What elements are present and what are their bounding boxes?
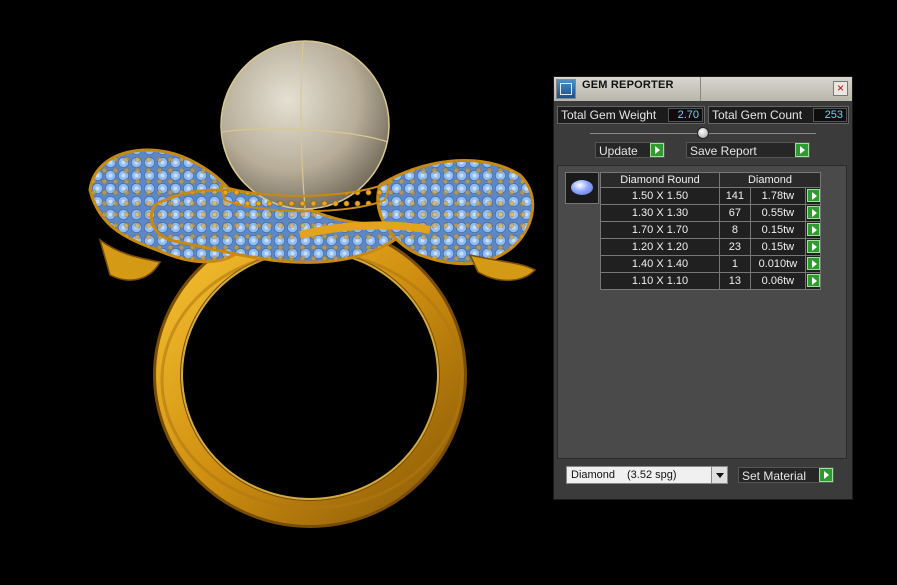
pearl [220,40,390,210]
column-header-material: Diamond [719,172,821,188]
stone-weight: 0.15tw [749,238,807,256]
row-select-button[interactable] [805,204,821,222]
set-material-button[interactable]: Set Material [738,467,834,483]
material-specific-gravity: (3.52 spg) [627,469,677,481]
table-row[interactable]: 1.30 X 1.30 67 0.55tw [600,204,821,222]
stone-size: 1.50 X 1.50 [600,187,720,205]
play-arrow-icon [806,240,820,253]
stone-size: 1.70 X 1.70 [600,221,720,239]
stone-count: 8 [719,221,751,239]
play-arrow-icon [795,143,809,157]
play-arrow-icon [806,189,820,202]
stone-weight: 0.010tw [749,255,807,273]
gem-thumbnail-icon[interactable] [565,172,599,204]
gem-reporter-panel: GEM REPORTER × Total Gem Weight 2.70 Tot… [553,76,853,500]
gem-reporter-icon [556,79,576,99]
save-report-button-label: Save Report [690,144,757,158]
row-select-button[interactable] [805,187,821,205]
splitter-handle[interactable] [697,127,709,139]
table-row[interactable]: 1.50 X 1.50 141 1.78tw [600,187,821,205]
stone-count: 1 [719,255,751,273]
play-arrow-icon [819,468,833,482]
stone-size: 1.10 X 1.10 [600,272,720,290]
table-row[interactable]: 1.40 X 1.40 1 0.010tw [600,255,821,273]
play-arrow-icon [806,223,820,236]
stone-weight: 0.55tw [749,204,807,222]
ring-model[interactable] [88,40,537,528]
update-button[interactable]: Update [595,142,665,158]
material-name: Diamond [571,469,616,481]
stone-size: 1.40 X 1.40 [600,255,720,273]
gem-report-area: Diamond Round Diamond 1.50 X 1.50 141 1.… [557,165,847,459]
stone-weight: 1.78tw [749,187,807,205]
total-gem-count-value: 253 [813,108,847,122]
stone-count: 13 [719,272,751,290]
play-arrow-icon [806,274,820,287]
dropdown-arrow-icon[interactable] [711,467,727,483]
row-select-button[interactable] [805,255,821,273]
column-header-stone: Diamond Round [600,172,720,188]
panel-title: GEM REPORTER [582,79,674,91]
stone-count: 67 [719,204,751,222]
table-row[interactable]: 1.20 X 1.20 23 0.15tw [600,238,821,256]
row-select-button[interactable] [805,272,821,290]
stone-size: 1.30 X 1.30 [600,204,720,222]
stone-count: 23 [719,238,751,256]
table-row[interactable]: 1.10 X 1.10 13 0.06tw [600,272,821,290]
close-icon[interactable]: × [833,81,848,96]
play-arrow-icon [806,257,820,270]
total-gem-weight-value: 2.70 [668,108,703,122]
total-gem-weight-label: Total Gem Weight [561,108,657,122]
stone-weight: 0.15tw [749,221,807,239]
ring-shank [153,222,467,528]
row-select-button[interactable] [805,238,821,256]
material-dropdown[interactable]: Diamond (3.52 spg) [566,466,728,484]
total-gem-weight: Total Gem Weight 2.70 [557,106,705,124]
table-row[interactable]: 1.70 X 1.70 8 0.15tw [600,221,821,239]
total-gem-count-label: Total Gem Count [712,108,803,122]
titlebar-divider [700,77,701,101]
save-report-button[interactable]: Save Report [686,142,810,158]
stone-weight: 0.06tw [749,272,807,290]
panel-titlebar[interactable]: GEM REPORTER × [554,77,852,101]
play-arrow-icon [806,206,820,219]
play-arrow-icon [650,143,664,157]
gem-table: Diamond Round Diamond 1.50 X 1.50 141 1.… [600,172,821,290]
stone-size: 1.20 X 1.20 [600,238,720,256]
update-button-label: Update [599,144,638,158]
stone-count: 141 [719,187,751,205]
row-select-button[interactable] [805,221,821,239]
set-material-button-label: Set Material [742,469,807,483]
total-gem-count: Total Gem Count 253 [708,106,849,124]
